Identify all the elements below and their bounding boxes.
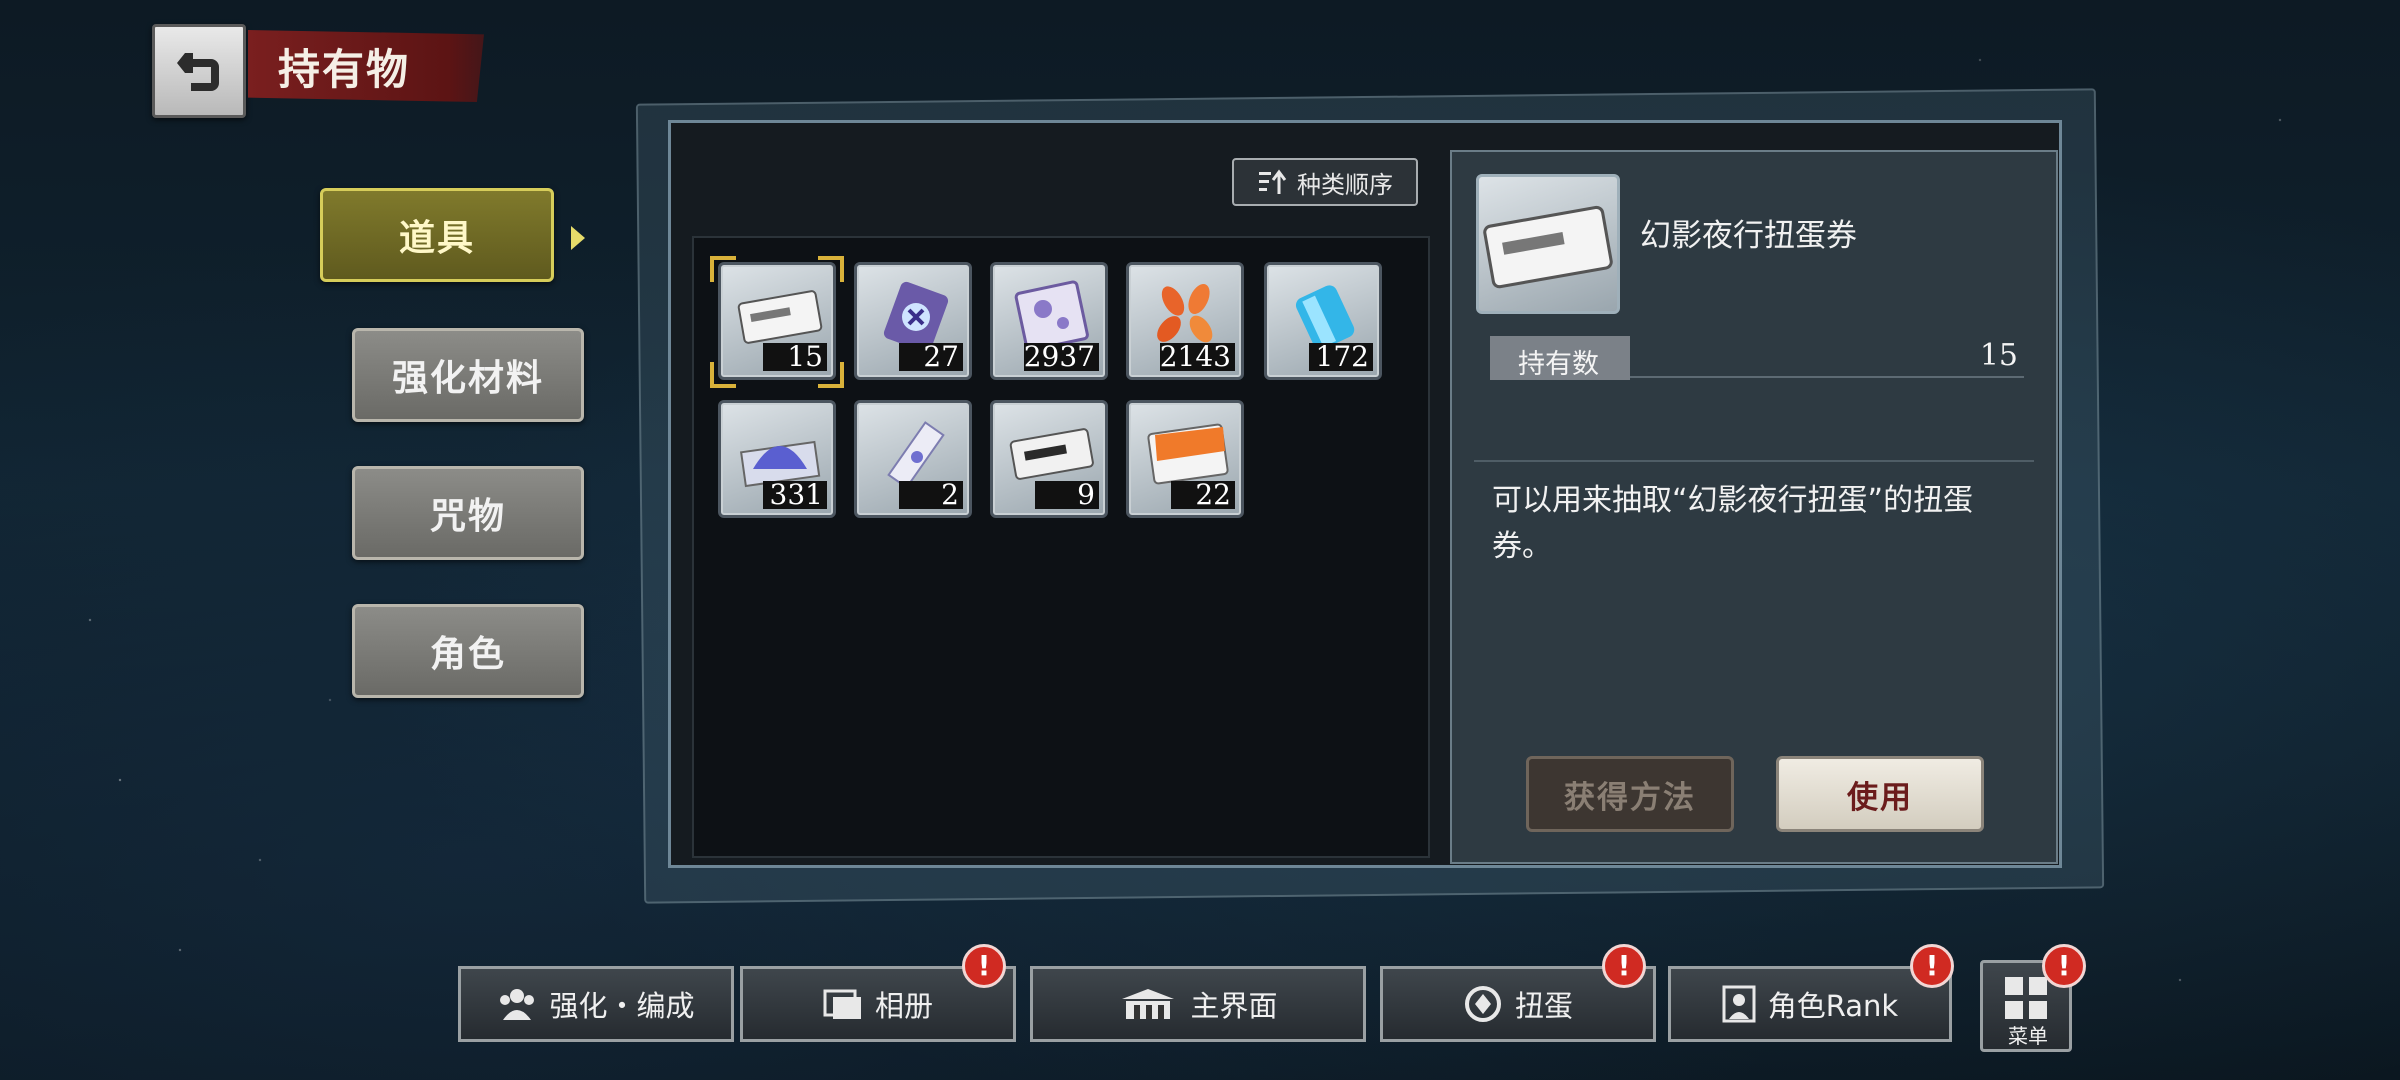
title-banner: 持有物 <box>248 30 484 102</box>
item-count: 2937 <box>1023 343 1099 371</box>
owned-value: 15 <box>1979 338 2018 373</box>
tab-materials[interactable]: 强化材料 <box>352 328 584 422</box>
alert-mark: ! <box>977 949 991 982</box>
tab-items[interactable]: 道具 <box>320 188 554 282</box>
sort-button[interactable]: 种类顺序 <box>1232 158 1418 206</box>
selection-corner <box>818 362 844 388</box>
nav-home-button[interactable]: 主界面 <box>1030 966 1366 1042</box>
nav-album-label: 相册 <box>874 989 933 1023</box>
tab-characters-label: 角色 <box>429 634 506 675</box>
item-slot[interactable]: 9 <box>990 400 1108 518</box>
item-slot[interactable]: 22 <box>1126 400 1244 518</box>
blurred-status-text <box>128 1048 628 1070</box>
alert-mark: ! <box>1925 949 1939 982</box>
gacha-ticket-icon <box>1483 205 1613 289</box>
acquire-method-button[interactable]: 获得方法 <box>1526 756 1734 832</box>
nav-rank-button[interactable]: 角色Rank <box>1668 966 1952 1042</box>
detail-item-name: 幻影夜行扭蛋券 <box>1640 218 1857 254</box>
nav-rank-label: 角色Rank <box>1767 989 1899 1023</box>
item-slot[interactable]: 2 <box>854 400 972 518</box>
use-label: 使用 <box>1847 779 1913 816</box>
back-arrow-icon <box>177 53 219 91</box>
item-count: 22 <box>1171 481 1235 509</box>
album-icon <box>823 989 861 1019</box>
sort-icon <box>1259 169 1287 194</box>
owned-underline <box>1630 376 2024 378</box>
home-building-icon <box>1122 989 1175 1019</box>
alert-mark: ! <box>2057 949 2071 982</box>
tab-characters[interactable]: 角色 <box>352 604 584 698</box>
detail-item-image <box>1476 174 1620 314</box>
tab-materials-label: 强化材料 <box>391 358 544 399</box>
nav-gacha-label: 扭蛋 <box>1514 989 1573 1023</box>
gacha-icon <box>1464 986 1501 1022</box>
tab-curses[interactable]: 咒物 <box>352 466 584 560</box>
nav-enhance-button[interactable]: 强化・编成 <box>458 966 734 1042</box>
back-button[interactable] <box>152 24 246 118</box>
item-count: 27 <box>899 343 963 371</box>
owned-label: 持有数 <box>1518 349 1599 380</box>
acquire-method-label: 获得方法 <box>1564 779 1696 816</box>
team-icon <box>500 989 535 1020</box>
item-slot[interactable]: 27 <box>854 262 972 380</box>
grid-menu-icon <box>2005 977 2047 1019</box>
nav-enhance-label: 强化・编成 <box>549 989 695 1023</box>
item-count: 2143 <box>1159 343 1235 371</box>
page-title: 持有物 <box>278 44 411 94</box>
use-button[interactable]: 使用 <box>1776 756 1984 832</box>
alert-mark: ! <box>1617 949 1631 982</box>
menu-label: 菜单 <box>2008 1024 2048 1048</box>
item-slot[interactable]: 331 <box>718 400 836 518</box>
item-slot[interactable]: 2143 <box>1126 262 1244 380</box>
selection-corner <box>710 362 736 388</box>
item-count: 331 <box>763 481 827 509</box>
item-slot[interactable]: 172 <box>1264 262 1382 380</box>
tab-items-label: 道具 <box>398 218 475 259</box>
portrait-icon <box>1722 985 1756 1023</box>
item-count: 2 <box>899 481 963 509</box>
selection-corner <box>710 256 736 282</box>
gacha-alert-badge: ! <box>1602 944 1646 988</box>
detail-divider <box>1474 460 2034 462</box>
nav-home-label: 主界面 <box>1190 989 1278 1023</box>
item-description: 可以用来抽取“幻影夜行扭蛋”的扭蛋券。 <box>1492 483 1974 564</box>
album-alert-badge: ! <box>962 944 1006 988</box>
sort-label: 种类顺序 <box>1297 170 1393 199</box>
active-tab-arrow-icon <box>571 226 585 250</box>
item-count: 172 <box>1309 343 1373 371</box>
rank-alert-badge: ! <box>1910 944 1954 988</box>
item-slot[interactable]: 2937 <box>990 262 1108 380</box>
selection-corner <box>818 256 844 282</box>
tab-curses-label: 咒物 <box>429 496 506 537</box>
item-count: 9 <box>1035 481 1099 509</box>
menu-alert-badge: ! <box>2042 944 2086 988</box>
